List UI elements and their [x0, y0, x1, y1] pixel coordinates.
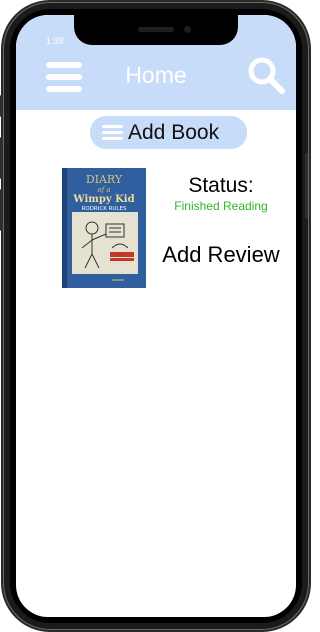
app-header: 1:38 Home: [16, 15, 296, 110]
search-button[interactable]: [246, 55, 286, 95]
add-book-label: Add Book: [128, 121, 220, 144]
front-camera: [184, 26, 191, 33]
status-time: 1:38: [46, 36, 64, 46]
app-screen: 1:38 Home Add Book DIARY of a Wimpy Kid …: [16, 15, 296, 617]
add-review-button[interactable]: Add Review: [146, 242, 296, 268]
speaker: [138, 27, 174, 32]
cover-title-line4: RODRICK RULES: [82, 206, 127, 212]
book-cover-image: DIARY of a Wimpy Kid RODRICK RULES: [62, 168, 146, 288]
phone-frame: 1:38 Home Add Book DIARY of a Wimpy Kid …: [0, 3, 308, 629]
list-icon: [102, 125, 123, 141]
notch: [74, 15, 238, 45]
book-cover[interactable]: DIARY of a Wimpy Kid RODRICK RULES: [62, 168, 146, 288]
status-value: Finished Reading: [174, 199, 268, 213]
cover-title-line2: of a: [97, 186, 110, 194]
search-icon: [248, 57, 285, 94]
list-icon-line: [102, 125, 123, 128]
silent-switch: [0, 95, 3, 117]
list-icon-line: [102, 137, 123, 140]
list-icon-line: [102, 131, 123, 134]
volume-up-button: [0, 137, 3, 179]
cover-title-line1: DIARY: [86, 173, 123, 186]
volume-down-button: [0, 189, 3, 231]
power-button: [305, 153, 308, 219]
status-label: Status:: [188, 174, 254, 197]
add-book-button[interactable]: Add Book: [90, 116, 247, 149]
cover-title-line3: Wimpy Kid: [72, 194, 134, 205]
